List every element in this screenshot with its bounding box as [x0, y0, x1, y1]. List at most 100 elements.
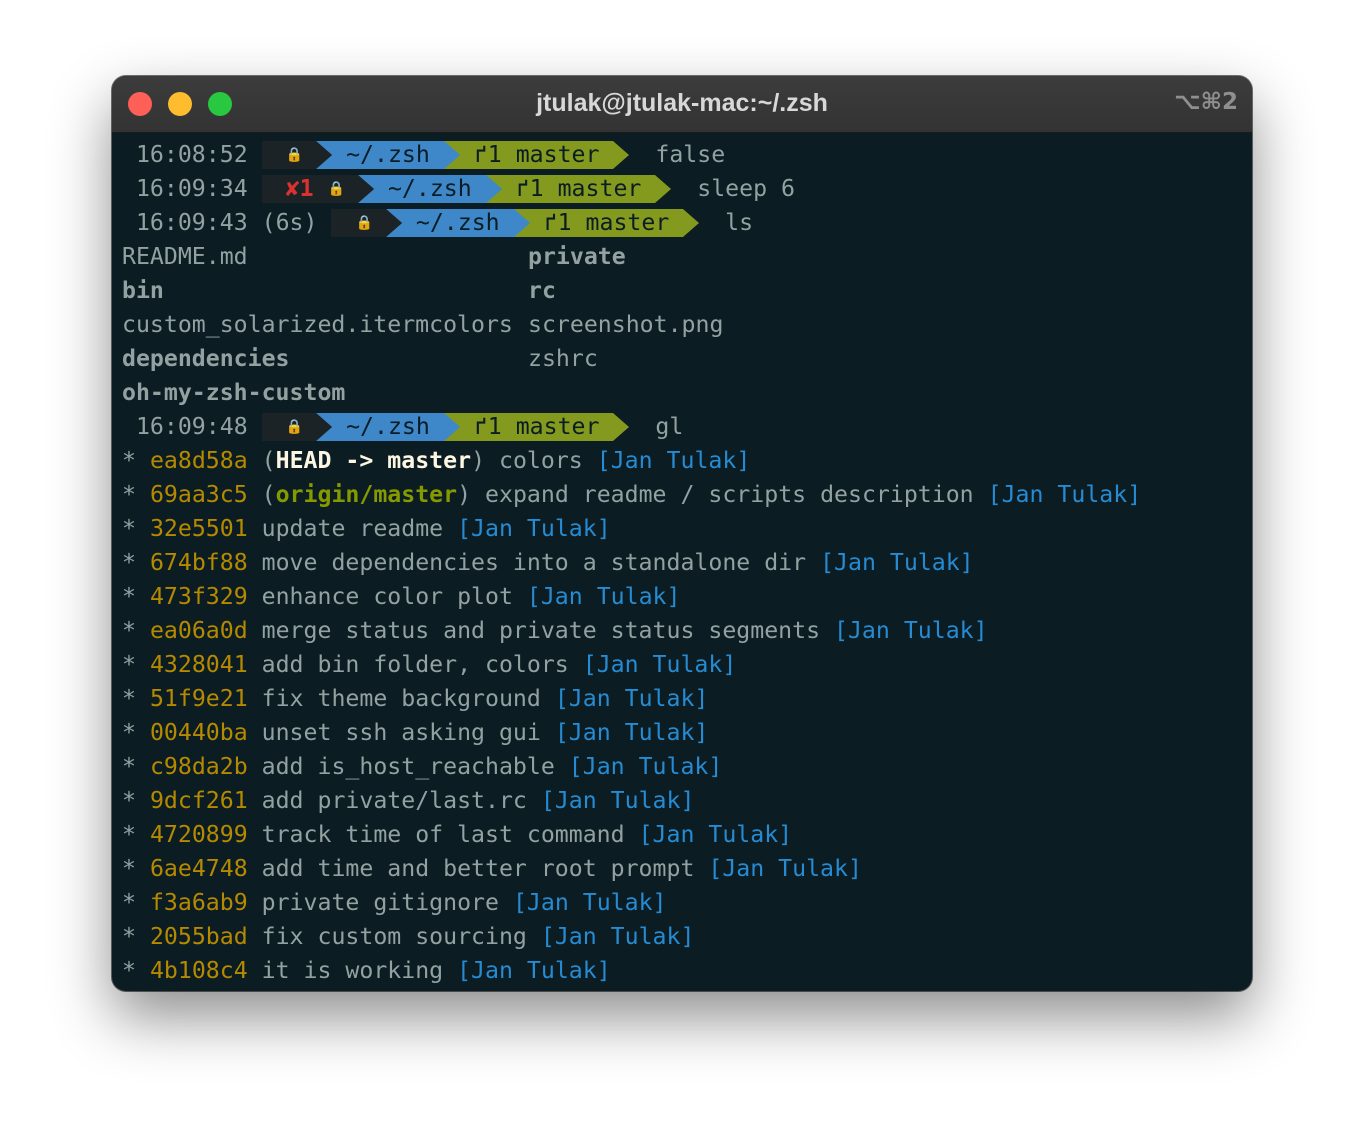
prompt-command: ls [725, 209, 754, 236]
git-log-entry: * 32e5501 update readme [Jan Tulak] [122, 512, 1252, 546]
commit-hash: 51f9e21 [149, 685, 248, 712]
commit-hash: 2055bad [149, 923, 248, 950]
status-segment: 🔒 [261, 141, 333, 169]
commit-author: [Jan Tulak] [834, 617, 988, 644]
commit-message: add time and better root prompt [261, 855, 695, 882]
commit-author: [Jan Tulak] [582, 651, 737, 678]
git-log-entry: * 4328041 add bin folder, colors [Jan Tu… [122, 648, 1252, 682]
commit-hash: 473f329 [149, 583, 248, 610]
ref-open: ( [261, 481, 276, 508]
commit-message: track time of last command [261, 821, 625, 848]
git-log-entry: * c98da2b add is_host_reachable [Jan Tul… [122, 750, 1252, 784]
commit-hash: 4328041 [149, 651, 248, 678]
lock-icon: 🔒 [327, 181, 345, 197]
terminal-content[interactable]: 16:08:52 🔒 ~/.zsh ґ1 master false 16:09:34… [122, 138, 1252, 988]
ls-row: bin rc [122, 274, 1252, 308]
prompt-line: 16:09:34 ✘1 🔒 ~/.zsh ґ1 master sleep 6 [122, 172, 1252, 206]
status-segment: 🔒 [331, 209, 403, 237]
ls-directory: dependencies [122, 345, 290, 372]
graph-star: * [122, 515, 136, 542]
git-log-entry: * ea06a0d merge status and private statu… [122, 614, 1252, 648]
commit-message: fix custom sourcing [261, 923, 527, 950]
prompt-time: 16:09:43 [135, 209, 248, 236]
commit-message: it is working [261, 957, 444, 984]
commit-hash: 4720899 [149, 821, 248, 848]
graph-star: * [122, 617, 136, 644]
git-log-entry: * 2055bad fix custom sourcing [Jan Tulak… [122, 920, 1252, 954]
prompt-duration: (6s) [261, 209, 318, 236]
graph-star: * [122, 957, 136, 984]
prompt-line: 16:08:52 🔒 ~/.zsh ґ1 master false [122, 138, 1252, 172]
window-title: jtulak@jtulak-mac:~/.zsh [536, 89, 828, 117]
commit-message: private gitignore [261, 889, 499, 916]
lock-icon: 🔒 [355, 215, 373, 231]
git-log-entry: * 674bf88 move dependencies into a stand… [122, 546, 1252, 580]
commit-message: expand readme / scripts description [485, 481, 974, 508]
ls-row: dependencies zshrc [122, 342, 1252, 376]
commit-author: [Jan Tulak] [540, 787, 695, 814]
git-log-entry: * 00440ba unset ssh asking gui [Jan Tula… [122, 716, 1252, 750]
commit-message: move dependencies into a standalone dir [261, 549, 807, 576]
graph-star: * [122, 923, 136, 950]
ref-close: ) [457, 481, 472, 508]
commit-hash: 69aa3c5 [149, 481, 248, 508]
commit-message: unset ssh asking gui [261, 719, 541, 746]
ls-directory: private [528, 243, 626, 270]
commit-author: [Jan Tulak] [554, 685, 709, 712]
commit-hash: 32e5501 [149, 515, 248, 542]
prompt-line: 16:09:48 🔒 ~/.zsh ґ1 master gl [122, 410, 1252, 444]
commit-message: merge status and private status segments [261, 617, 821, 644]
commit-author: [Jan Tulak] [457, 515, 611, 542]
ls-file: screenshot.png [528, 311, 724, 338]
graph-star: * [122, 549, 136, 576]
prompt-command: gl [655, 413, 684, 440]
commit-author: [Jan Tulak] [708, 855, 862, 882]
commit-message: add bin folder, colors [261, 651, 569, 678]
ref-open: ( [261, 447, 276, 474]
commit-author: [Jan Tulak] [820, 549, 974, 576]
prompt-line: 16:09:43 (6s) 🔒 ~/.zsh ґ1 master ls [122, 206, 1252, 240]
git-log-entry: * f3a6ab9 private gitignore [Jan Tulak] [122, 886, 1252, 920]
git-log-entry: * 4b108c4 it is working [Jan Tulak] [122, 954, 1252, 988]
graph-star: * [122, 685, 136, 712]
commit-author: [Jan Tulak] [987, 481, 1142, 508]
commit-message: colors [499, 447, 583, 474]
lock-icon: 🔒 [285, 419, 304, 435]
git-log-entry: * 9dcf261 add private/last.rc [Jan Tulak… [122, 784, 1252, 818]
git-segment: ґ1 master [443, 413, 630, 441]
error-indicator: ✘1 [285, 175, 314, 202]
ls-directory: oh-my-zsh-custom [122, 379, 346, 406]
path-segment: ~/.zsh [357, 175, 502, 203]
git-log-entry: * ea8d58a (HEAD -> master) colors [Jan T… [122, 444, 1252, 478]
lock-icon: 🔒 [285, 147, 304, 163]
commit-author: [Jan Tulak] [540, 923, 695, 950]
title-bar[interactable]: jtulak@jtulak-mac:~/.zsh ⌥⌘2 [112, 76, 1252, 133]
graph-star: * [122, 481, 136, 508]
graph-star: * [122, 583, 136, 610]
git-segment: ґ1 master [443, 141, 630, 169]
git-segment: ґ1 master [513, 209, 699, 237]
path-segment: ~/.zsh [316, 141, 460, 169]
ls-row: custom_solarized.itermcolors screenshot.p… [122, 308, 1252, 342]
commit-hash: ea8d58a [149, 447, 248, 474]
commit-hash: ea06a0d [149, 617, 248, 644]
commit-author: [Jan Tulak] [638, 821, 793, 848]
commit-hash: 6ae4748 [149, 855, 248, 882]
commit-message: add is_host_reachable [261, 753, 555, 780]
ls-directory: bin [122, 277, 164, 304]
path-segment: ~/.zsh [316, 413, 460, 441]
graph-star: * [122, 753, 136, 780]
status-segment: 🔒 [261, 413, 333, 441]
prompt-time: 16:08:52 [135, 141, 248, 168]
status-segment: ✘1 🔒 [261, 175, 375, 203]
commit-hash: 9dcf261 [149, 787, 248, 814]
commit-message: enhance color plot [261, 583, 513, 610]
graph-star: * [122, 447, 136, 474]
commit-message: update readme [261, 515, 444, 542]
ls-row: README.md private [122, 240, 1252, 274]
ls-file: zshrc [528, 345, 598, 372]
git-segment: ґ1 master [485, 175, 671, 203]
prompt-time: 16:09:34 [135, 175, 248, 202]
commit-author: [Jan Tulak] [457, 957, 611, 984]
graph-star: * [122, 719, 136, 746]
